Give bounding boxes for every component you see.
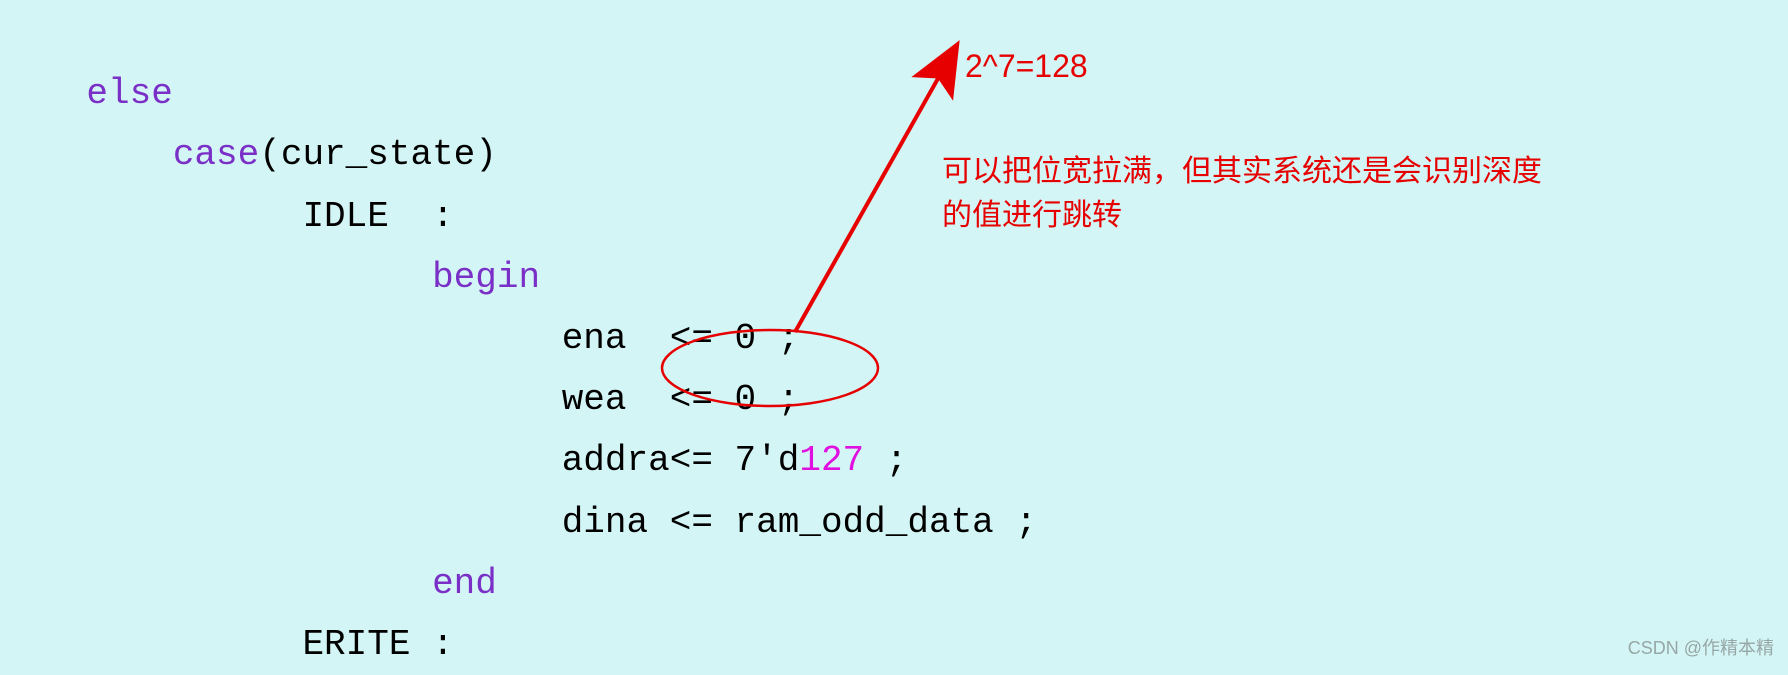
state-idle-label: IDLE : bbox=[302, 196, 453, 237]
state-erite-label: ERITE : bbox=[302, 624, 453, 665]
line-addra-suffix: ; bbox=[864, 440, 907, 481]
line-wea: wea <= 0 ; bbox=[562, 379, 800, 420]
code-block: else case(cur_state) IDLE : begin ena <=… bbox=[0, 0, 1037, 675]
keyword-case: case bbox=[173, 134, 259, 175]
line-ena: ena <= 0 ; bbox=[562, 318, 800, 359]
keyword-end: end bbox=[432, 563, 497, 604]
watermark: CSDN @作精本精 bbox=[1628, 634, 1774, 660]
line-addra-num: 127 bbox=[799, 440, 864, 481]
case-args: (cur_state) bbox=[259, 134, 497, 175]
line-addra-lit: 7'd bbox=[735, 440, 800, 481]
annotation-explanation: 可以把位宽拉满，但其实系统还是会识别深度的值进行跳转 bbox=[942, 150, 1562, 237]
line-addra-prefix: addra<= bbox=[562, 440, 735, 481]
keyword-begin: begin bbox=[432, 257, 540, 298]
line-dina: dina <= ram_odd_data ; bbox=[562, 502, 1037, 543]
annotation-power: 2^7=128 bbox=[965, 48, 1088, 85]
keyword-else: else bbox=[86, 73, 172, 114]
